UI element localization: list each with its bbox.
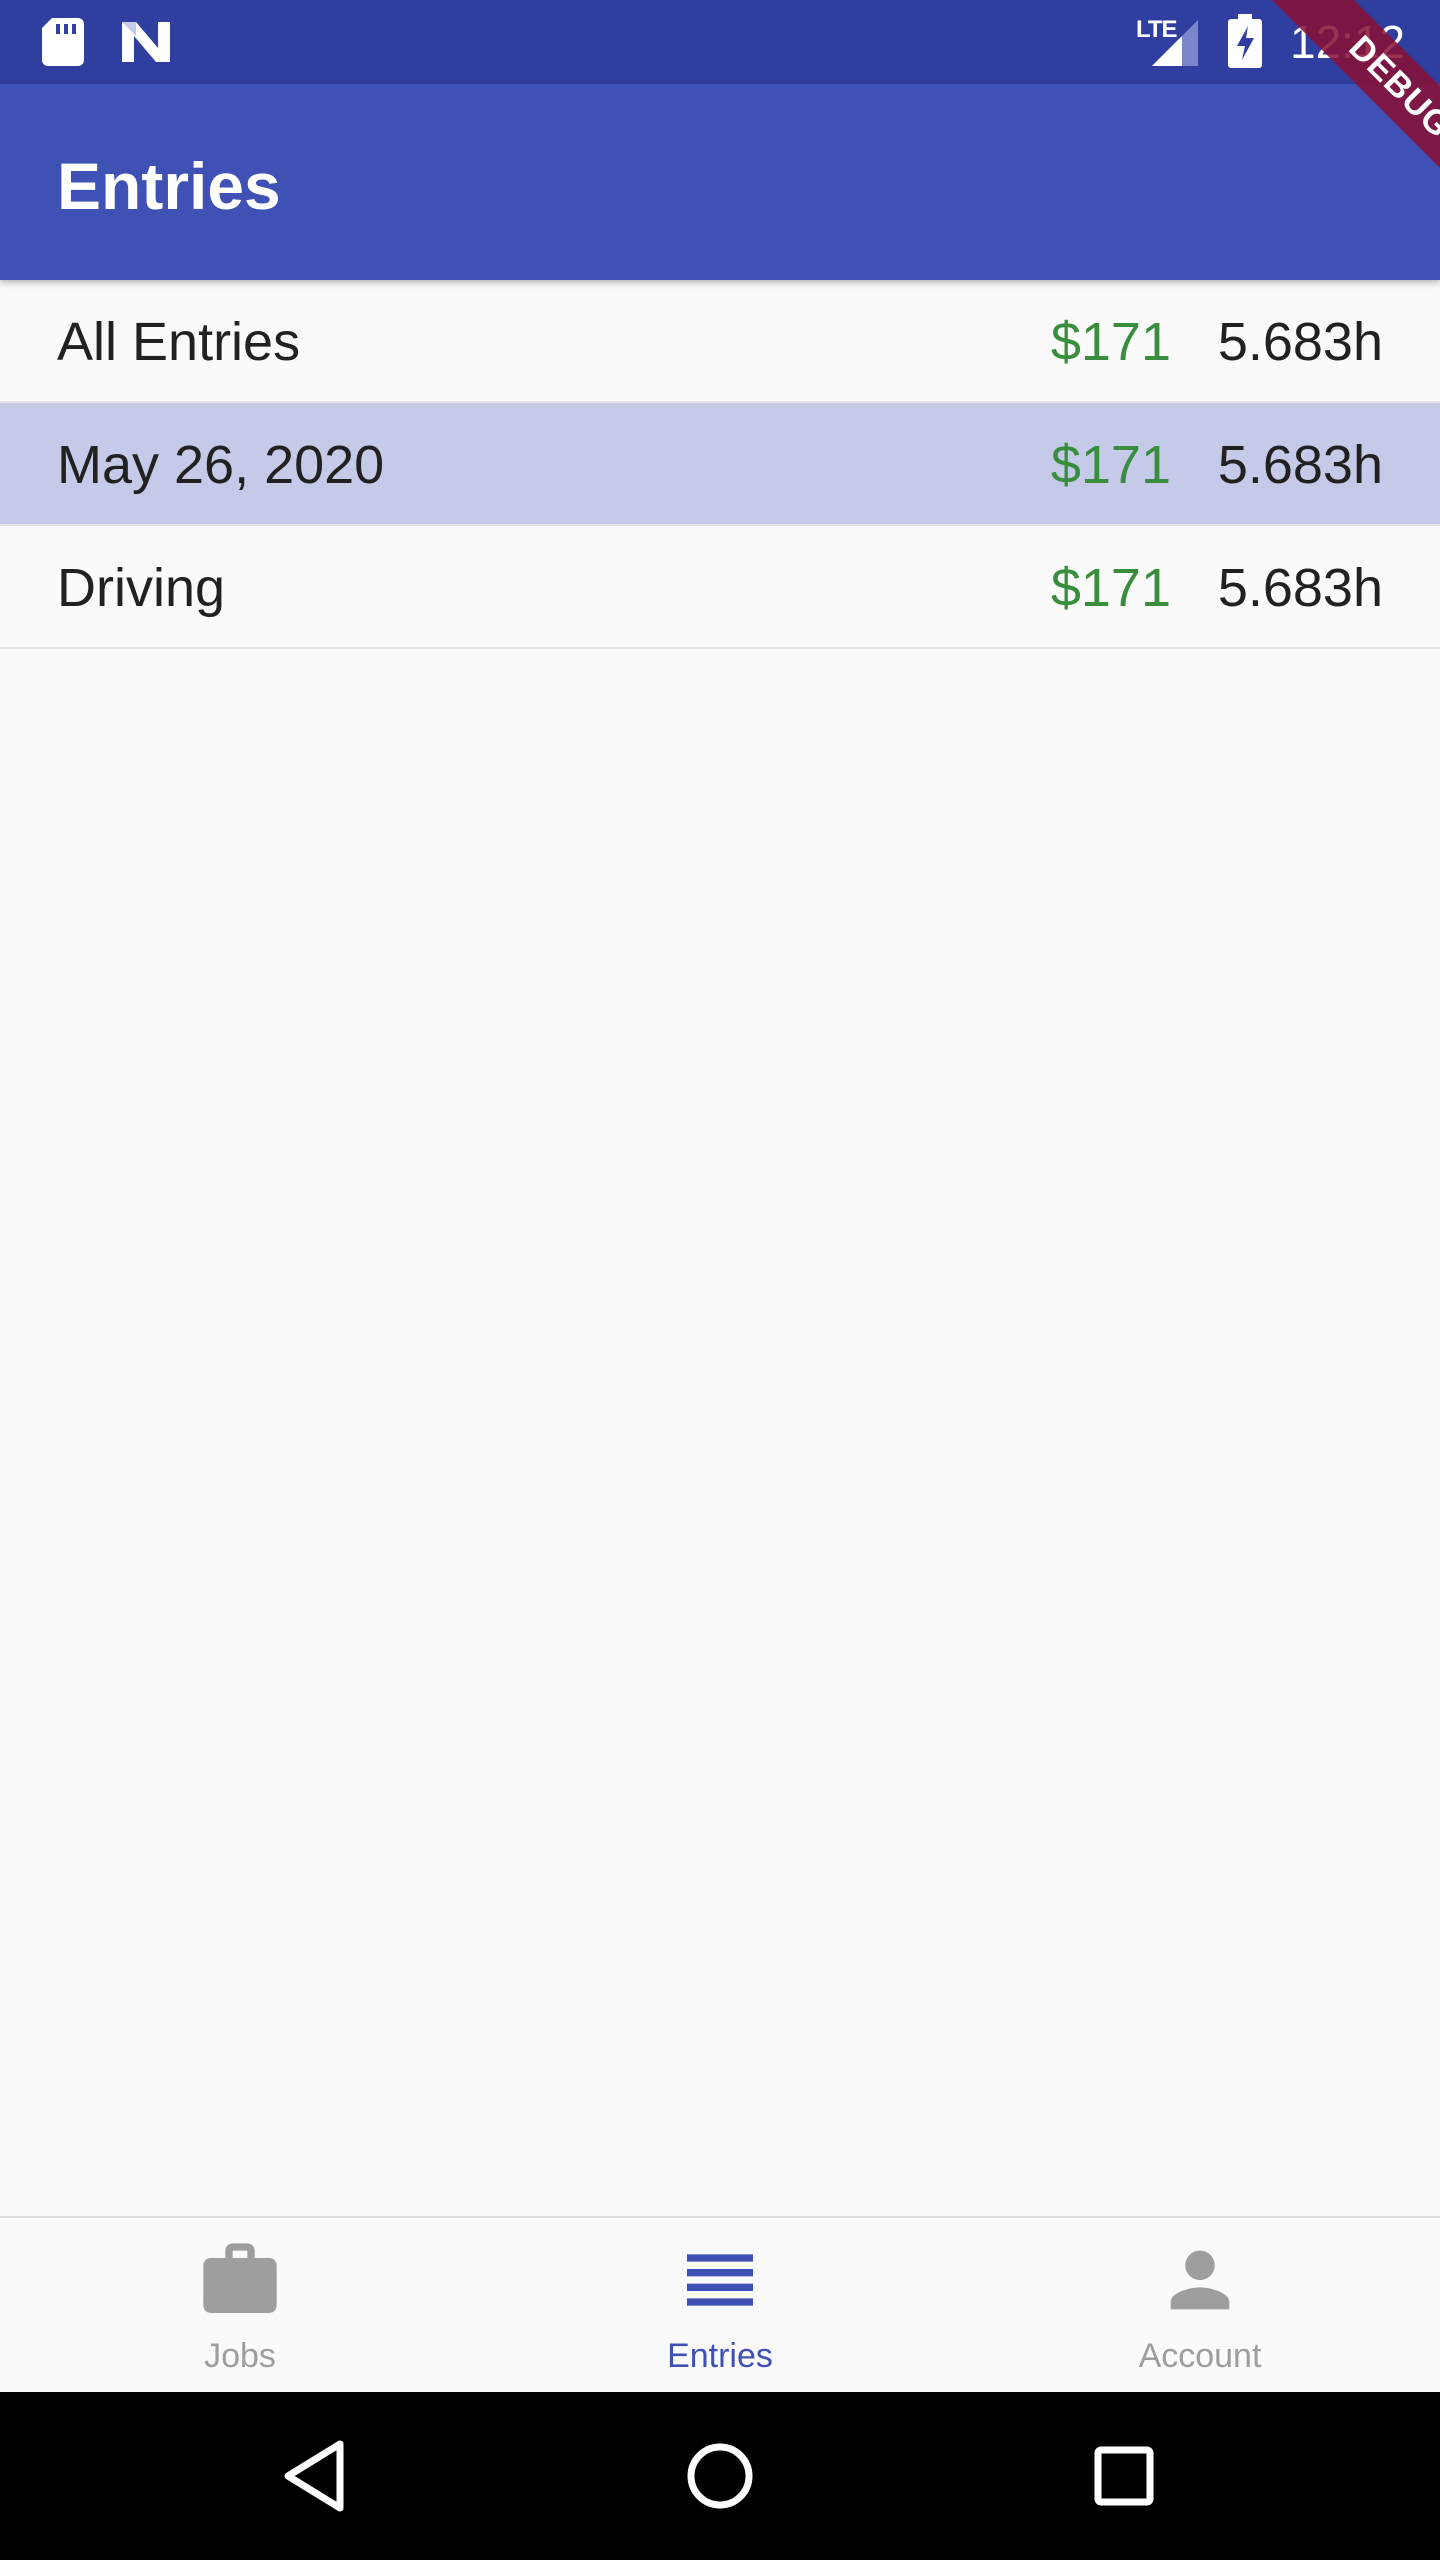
person-icon (1170, 2250, 1230, 2310)
tab-label: Jobs (204, 2337, 276, 2375)
entry-label: All Entries (57, 312, 301, 372)
list-item-all-entries[interactable]: All Entries $171 5.683h (0, 280, 1440, 403)
battery-charging-icon (1228, 14, 1262, 68)
status-bar: LTE 12:12 (0, 0, 1440, 84)
entry-label: May 26, 2020 (57, 435, 385, 495)
recents-icon[interactable] (1076, 2428, 1172, 2524)
entry-hours: 5.683h (1217, 312, 1383, 372)
signal-icon (1152, 20, 1198, 66)
entry-label: Driving (57, 558, 226, 618)
entry-hours: 5.683h (1217, 558, 1383, 618)
home-icon[interactable] (672, 2428, 768, 2524)
bottom-navigation: Jobs Entries Account (0, 2216, 1440, 2392)
entry-hours: 5.683h (1217, 435, 1383, 495)
tab-entries[interactable]: Entries (480, 2218, 960, 2392)
entries-list: All Entries $171 5.683h May 26, 2020 $17… (0, 280, 1440, 649)
list-icon (687, 2254, 753, 2306)
tab-jobs[interactable]: Jobs (0, 2218, 480, 2392)
n-notification-icon (122, 22, 170, 62)
tab-label: Entries (667, 2337, 773, 2375)
briefcase-icon (203, 2243, 277, 2313)
system-navigation-bar (0, 2392, 1440, 2560)
list-item-job[interactable]: Driving $171 5.683h (0, 526, 1440, 649)
entry-pay: $171 (1050, 558, 1171, 618)
tab-account[interactable]: Account (960, 2218, 1440, 2392)
tab-label: Account (1138, 2337, 1262, 2375)
sd-card-icon (42, 18, 84, 66)
list-item-date[interactable]: May 26, 2020 $171 5.683h (0, 403, 1440, 526)
app-bar: Entries (0, 84, 1440, 280)
entry-pay: $171 (1050, 435, 1171, 495)
page-title: Entries (57, 149, 281, 223)
back-icon[interactable] (268, 2428, 364, 2524)
entry-pay: $171 (1050, 312, 1171, 372)
